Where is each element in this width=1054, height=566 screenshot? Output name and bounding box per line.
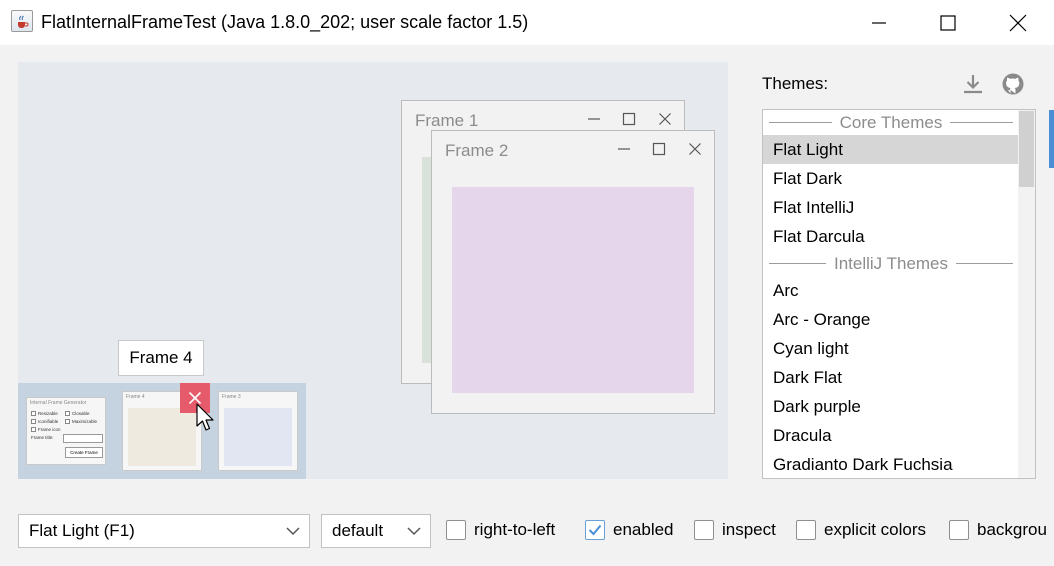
window-title: FlatInternalFrameTest (Java 1.8.0_202; u…: [41, 12, 529, 32]
window-title-bar[interactable]: FlatInternalFrameTest (Java 1.8.0_202; u…: [0, 0, 1054, 45]
maximizable-mini-checkbox: [65, 419, 70, 424]
theme-item-flat-darcula[interactable]: Flat Darcula: [763, 222, 1019, 251]
background-checkbox[interactable]: backgrou: [949, 520, 1047, 540]
download-themes-button[interactable]: [961, 72, 985, 96]
frame-3-thumbnail-title: Frame 3: [222, 394, 241, 400]
maximize-icon: [652, 142, 666, 156]
resizable-mini-label: Resizable: [38, 411, 58, 416]
theme-item-dark-flat[interactable]: Dark Flat: [763, 363, 1019, 392]
maximizable-mini-label: Maximizable: [72, 419, 98, 424]
frame-icon-mini-label: Frame icon: [38, 427, 61, 432]
checkbox-box[interactable]: [796, 520, 816, 540]
maximize-icon: [940, 14, 956, 31]
theme-item-gradianto-dark-fuchsia[interactable]: Gradianto Dark Fuchsia: [763, 450, 1019, 478]
download-icon: [964, 75, 982, 94]
theme-combo[interactable]: Flat Light (F1): [18, 514, 310, 548]
iconifiable-mini-checkbox: [31, 419, 36, 424]
chevron-down-icon: [398, 526, 430, 536]
frame-1-maximize-button[interactable]: [619, 109, 639, 129]
mouse-cursor-icon: [196, 403, 214, 431]
maximize-icon: [622, 112, 636, 126]
frame-3-thumbnail-content: [224, 408, 292, 466]
checkbox-box[interactable]: [585, 520, 605, 540]
minimize-icon: [872, 21, 886, 24]
frame-1-close-button[interactable]: [655, 109, 675, 129]
close-button[interactable]: [983, 0, 1053, 45]
close-icon: [659, 113, 671, 125]
theme-item-arc-orange[interactable]: Arc - Orange: [763, 305, 1019, 334]
frame-title-mini-label: Frame title:: [31, 435, 54, 440]
intellij-themes-header: IntelliJ Themes: [763, 251, 1019, 276]
theme-item-dracula[interactable]: Dracula: [763, 421, 1019, 450]
scale-combo-value: default: [332, 521, 384, 540]
frame-icon-mini-checkbox: [31, 427, 36, 432]
enabled-checkbox[interactable]: enabled: [585, 520, 674, 540]
frame-4-tooltip: Frame 4: [118, 340, 204, 376]
frame-1-title: Frame 1: [415, 111, 479, 130]
frame-title-mini-field: [63, 434, 103, 443]
theme-item-arc[interactable]: Arc: [763, 276, 1019, 305]
frame-2-close-button[interactable]: [685, 139, 705, 159]
github-button[interactable]: [1001, 72, 1025, 96]
generator-thumbnail-title: Internal Frame Generator: [30, 400, 87, 406]
internal-frame-2[interactable]: Frame 2: [431, 130, 715, 414]
intellij-themes-header-label: IntelliJ Themes: [834, 253, 949, 273]
core-themes-header: Core Themes: [763, 110, 1019, 135]
desktop-pane[interactable]: Frame 1 Frame 2 Frame 4 Internal Frame G…: [18, 62, 728, 479]
close-icon: [1009, 14, 1027, 31]
frame-2-content: [452, 187, 694, 393]
themes-list-content: Core Themes Flat Light Flat Dark Flat In…: [763, 110, 1019, 478]
closable-mini-checkbox: [65, 411, 70, 416]
closable-mini-label: Closable: [72, 411, 90, 416]
frame-2-maximize-button[interactable]: [649, 139, 669, 159]
theme-combo-value: Flat Light (F1): [29, 521, 135, 540]
java-cup-icon: [11, 10, 33, 32]
theme-item-flat-dark[interactable]: Flat Dark: [763, 164, 1019, 193]
checkmark-icon: [588, 524, 602, 536]
checkbox-box[interactable]: [949, 520, 969, 540]
themes-scrollbar[interactable]: [1018, 110, 1035, 478]
checkbox-box[interactable]: [694, 520, 714, 540]
right-to-left-checkbox[interactable]: right-to-left: [446, 520, 555, 540]
themes-scrollbar-thumb[interactable]: [1019, 111, 1034, 187]
theme-item-dark-purple[interactable]: Dark purple: [763, 392, 1019, 421]
iconifiable-mini-label: Iconifiable: [38, 419, 59, 424]
close-icon: [689, 143, 701, 155]
scale-combo[interactable]: default: [321, 514, 431, 548]
enabled-label: enabled: [613, 520, 674, 539]
inspect-checkbox[interactable]: inspect: [694, 520, 776, 540]
github-icon: [1002, 73, 1024, 95]
frame-4-thumbnail-content: [128, 408, 196, 466]
create-frame-mini-button: Create Frame: [65, 447, 103, 458]
checkbox-box[interactable]: [446, 520, 466, 540]
right-to-left-label: right-to-left: [474, 520, 556, 539]
explicit-colors-checkbox[interactable]: explicit colors: [796, 520, 926, 540]
minimize-icon: [618, 148, 630, 150]
themes-label: Themes:: [762, 74, 829, 93]
chevron-down-icon: [277, 526, 309, 536]
theme-item-flat-intellij[interactable]: Flat IntelliJ: [763, 193, 1019, 222]
frame-4-thumbnail-title: Frame 4: [126, 394, 145, 400]
explicit-colors-label: explicit colors: [824, 520, 927, 539]
inspect-label: inspect: [722, 520, 776, 539]
minimize-icon: [588, 118, 600, 120]
window-edge-accent: [1049, 110, 1054, 168]
frame-2-title: Frame 2: [445, 141, 509, 160]
theme-item-flat-light[interactable]: Flat Light: [763, 135, 1019, 164]
maximize-button[interactable]: [913, 0, 983, 45]
core-themes-header-label: Core Themes: [839, 112, 943, 132]
iconified-frames-bar: Internal Frame Generator Resizable Closa…: [18, 383, 306, 479]
minimize-button[interactable]: [844, 0, 914, 45]
resizable-mini-checkbox: [31, 411, 36, 416]
background-label: backgrou: [977, 520, 1047, 539]
frame-3-thumbnail[interactable]: Frame 3: [218, 391, 298, 471]
themes-list[interactable]: Core Themes Flat Light Flat Dark Flat In…: [762, 109, 1036, 479]
theme-item-cyan-light[interactable]: Cyan light: [763, 334, 1019, 363]
generator-thumbnail[interactable]: Internal Frame Generator Resizable Closa…: [26, 397, 106, 465]
frame-2-minimize-button[interactable]: [614, 139, 634, 159]
frame-1-minimize-button[interactable]: [584, 109, 604, 129]
